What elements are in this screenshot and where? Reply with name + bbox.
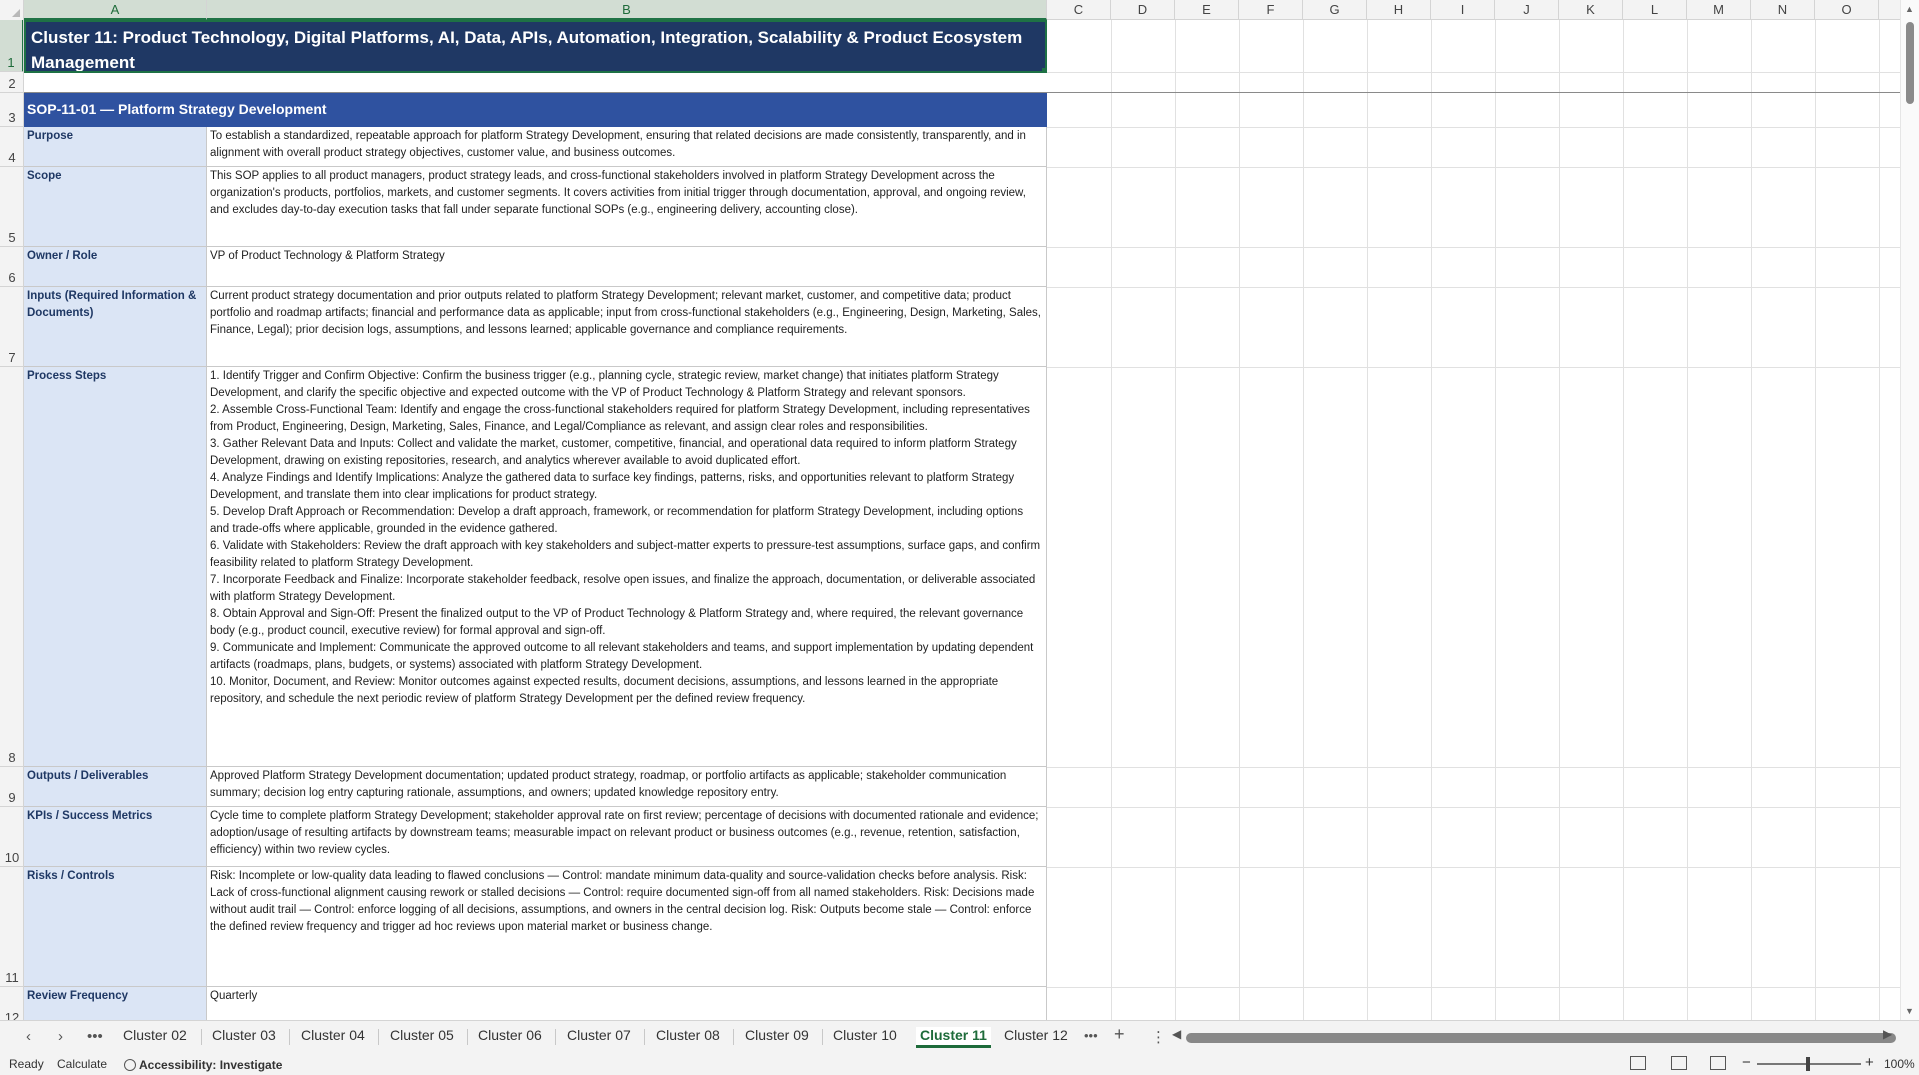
zoom-level[interactable]: 100% [1884, 1057, 1915, 1071]
zoom-out-icon[interactable]: − [1742, 1054, 1751, 1071]
column-header-k[interactable]: K [1559, 0, 1623, 20]
sheet-title-cell[interactable]: Cluster 11: Product Technology, Digital … [24, 20, 1047, 73]
sheet-options-icon[interactable]: ⋮ [1151, 1028, 1166, 1046]
column-header-m[interactable]: M [1687, 0, 1751, 20]
column-header-l[interactable]: L [1623, 0, 1687, 20]
label-outputs[interactable]: Outputs / Deliverables [24, 767, 207, 807]
horizontal-scroll-thumb[interactable] [1186, 1033, 1896, 1043]
tab-cluster-06[interactable]: Cluster 06 [474, 1027, 546, 1043]
scroll-down-icon[interactable]: ▼ [1905, 1006, 1914, 1016]
row-header-12[interactable]: 12 [0, 987, 23, 1020]
row-header-6[interactable]: 6 [0, 247, 23, 287]
value-kpis[interactable]: Cycle time to complete platform Strategy… [207, 807, 1047, 867]
hscroll-right-icon[interactable]: ▶ [1883, 1027, 1892, 1041]
column-header-c[interactable]: C [1047, 0, 1111, 20]
row-header-11[interactable]: 11 [0, 867, 23, 987]
tab-cluster-02[interactable]: Cluster 02 [119, 1027, 191, 1043]
column-header-f[interactable]: F [1239, 0, 1303, 20]
label-inputs[interactable]: Inputs (Required Information & Documents… [24, 287, 207, 367]
tab-cluster-10[interactable]: Cluster 10 [829, 1027, 901, 1043]
status-calculate[interactable]: Calculate [57, 1057, 107, 1071]
tab-scroll-right-icon[interactable]: › [58, 1028, 63, 1045]
tab-cluster-08[interactable]: Cluster 08 [652, 1027, 724, 1043]
tab-cluster-11[interactable]: Cluster 11 [916, 1027, 991, 1048]
value-review-frequency[interactable]: Quarterly [207, 987, 1047, 1020]
column-header-h[interactable]: H [1367, 0, 1431, 20]
tab-cluster-05[interactable]: Cluster 05 [386, 1027, 458, 1043]
zoom-slider-knob[interactable] [1806, 1057, 1810, 1071]
value-inputs[interactable]: Current product strategy documentation a… [207, 287, 1047, 367]
value-purpose[interactable]: To establish a standardized, repeatable … [207, 127, 1047, 167]
row-header-2[interactable]: 2 [0, 72, 23, 93]
tab-cluster-09[interactable]: Cluster 09 [741, 1027, 813, 1043]
label-owner[interactable]: Owner / Role [24, 247, 207, 287]
label-purpose[interactable]: Purpose [24, 127, 207, 167]
hscroll-left-icon[interactable]: ◀ [1172, 1027, 1181, 1041]
more-tabs-left-icon[interactable]: ••• [87, 1028, 103, 1045]
value-scope[interactable]: This SOP applies to all product managers… [207, 167, 1047, 247]
row-header-8[interactable]: 8 [0, 367, 23, 767]
row-header-5[interactable]: 5 [0, 167, 23, 247]
status-bar: Ready Calculate Accessibility: Investiga… [0, 1053, 1919, 1075]
value-risks[interactable]: Risk: Incomplete or low-quality data lea… [207, 867, 1047, 987]
column-header-a[interactable]: A [24, 0, 207, 20]
select-all-corner[interactable] [0, 0, 24, 20]
label-scope[interactable]: Scope [24, 167, 207, 247]
more-tabs-right-icon[interactable]: ••• [1084, 1028, 1098, 1043]
page-layout-view-icon[interactable] [1671, 1056, 1687, 1070]
row-header-1[interactable]: 1 [0, 20, 23, 72]
normal-view-icon[interactable] [1630, 1056, 1646, 1070]
row-header-3[interactable]: 3 [0, 93, 23, 127]
row-header-7[interactable]: 7 [0, 287, 23, 367]
sheet-tab-bar: ‹ › ••• Cluster 02 Cluster 03 Cluster 04… [0, 1020, 1919, 1053]
column-header-o[interactable]: O [1815, 0, 1879, 20]
column-header-b[interactable]: B [207, 0, 1047, 20]
sop-header-cell[interactable]: SOP-11-01 — Platform Strategy Developmen… [24, 93, 1047, 127]
label-process-steps[interactable]: Process Steps [24, 367, 207, 767]
column-header-bar: A B C D E F G H I J K L M N O [0, 0, 1900, 20]
value-process-steps[interactable]: 1. Identify Trigger and Confirm Objectiv… [207, 367, 1047, 767]
row-header-10[interactable]: 10 [0, 807, 23, 867]
column-header-g[interactable]: G [1303, 0, 1367, 20]
accessibility-status[interactable]: Accessibility: Investigate [124, 1057, 282, 1072]
column-header-n[interactable]: N [1751, 0, 1815, 20]
add-sheet-icon[interactable]: + [1114, 1024, 1125, 1045]
column-header-e[interactable]: E [1175, 0, 1239, 20]
worksheet-grid[interactable]: Cluster 11: Product Technology, Digital … [24, 20, 1900, 1020]
status-ready: Ready [9, 1057, 44, 1071]
row-header-bar: 1 2 3 4 5 6 7 8 9 10 11 12 [0, 20, 24, 1020]
label-kpis[interactable]: KPIs / Success Metrics [24, 807, 207, 867]
zoom-in-icon[interactable]: + [1865, 1054, 1874, 1071]
tab-cluster-04[interactable]: Cluster 04 [297, 1027, 369, 1043]
accessibility-icon [124, 1059, 136, 1071]
row-header-4[interactable]: 4 [0, 127, 23, 167]
tab-cluster-07[interactable]: Cluster 07 [563, 1027, 635, 1043]
page-break-view-icon[interactable] [1710, 1056, 1726, 1070]
vertical-scrollbar[interactable]: ▲ ▼ [1900, 0, 1919, 1020]
value-outputs[interactable]: Approved Platform Strategy Development d… [207, 767, 1047, 807]
vertical-scroll-thumb[interactable] [1906, 22, 1914, 104]
column-header-d[interactable]: D [1111, 0, 1175, 20]
scroll-up-icon[interactable]: ▲ [1905, 4, 1914, 14]
label-review-frequency[interactable]: Review Frequency [24, 987, 207, 1020]
column-header-i[interactable]: I [1431, 0, 1495, 20]
tab-scroll-left-icon[interactable]: ‹ [26, 1028, 31, 1045]
tab-cluster-03[interactable]: Cluster 03 [208, 1027, 280, 1043]
column-header-j[interactable]: J [1495, 0, 1559, 20]
tab-cluster-12[interactable]: Cluster 12 [1000, 1027, 1072, 1043]
value-owner[interactable]: VP of Product Technology & Platform Stra… [207, 247, 1047, 287]
label-risks[interactable]: Risks / Controls [24, 867, 207, 987]
row-header-9[interactable]: 9 [0, 767, 23, 807]
